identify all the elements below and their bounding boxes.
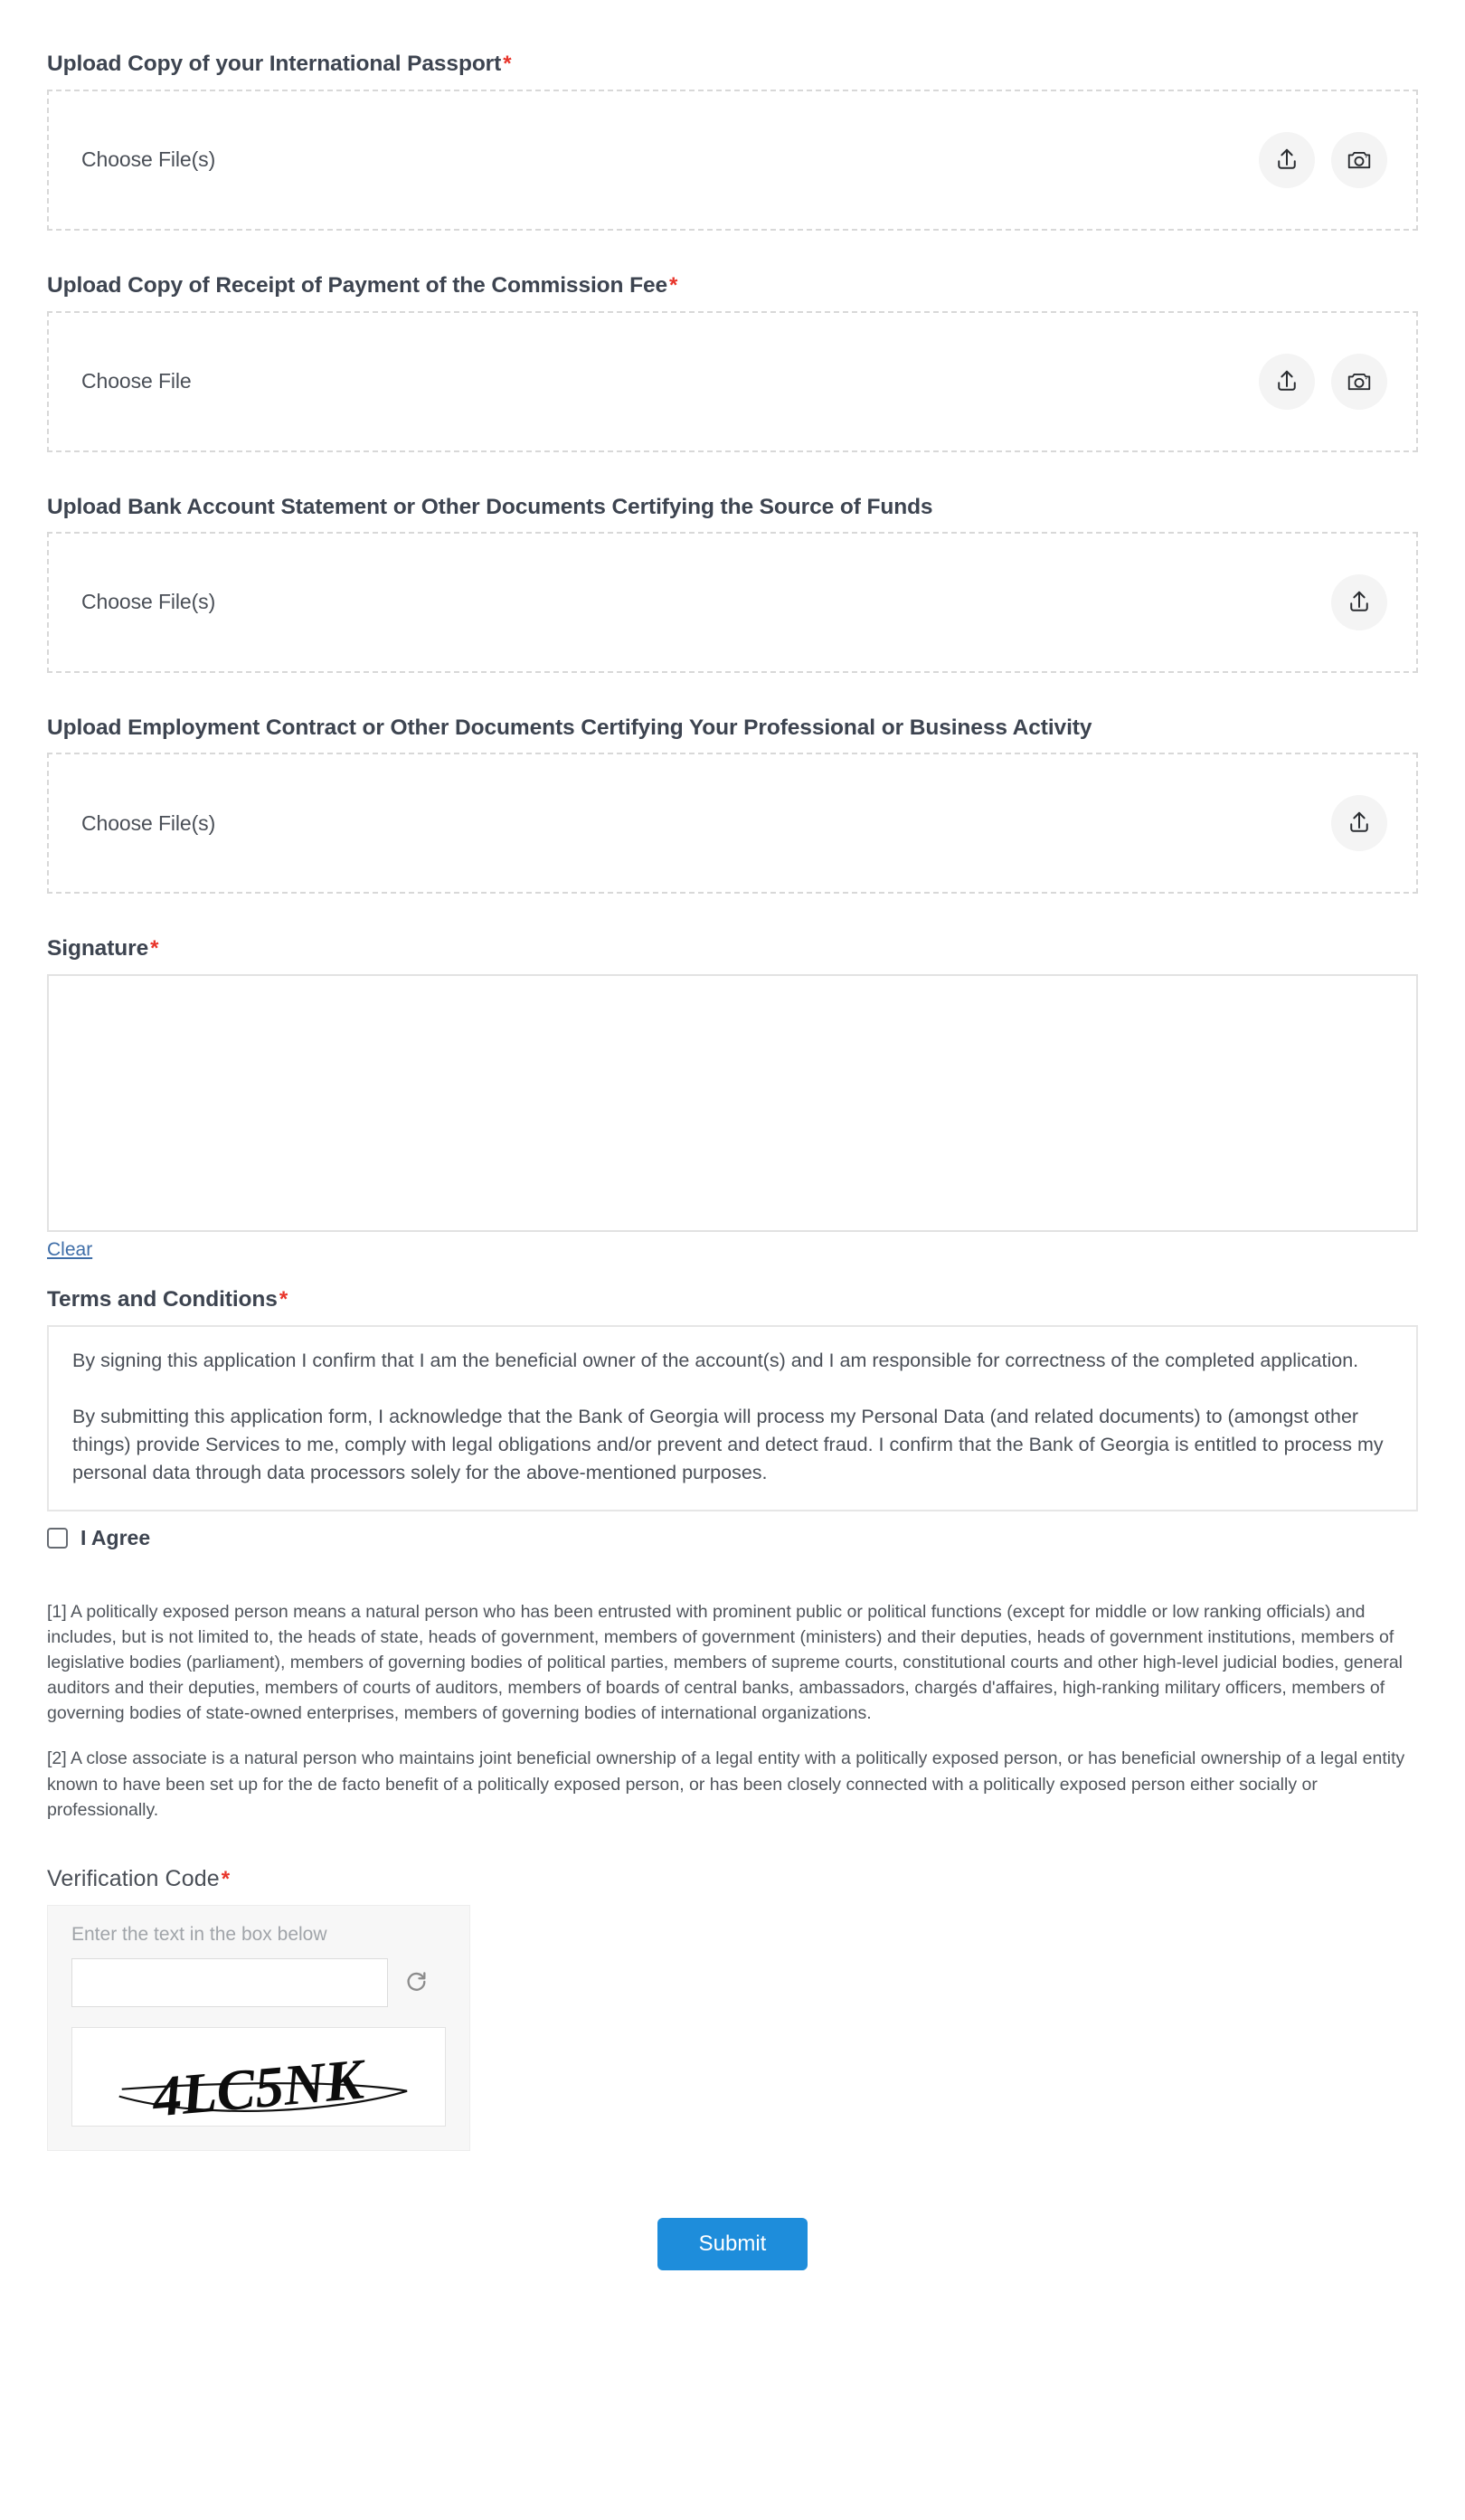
terms-paragraph-2: By submitting this application form, I a… <box>72 1406 1384 1483</box>
submit-row: Submit <box>47 2217 1418 2270</box>
captcha-image: 4LC5NK <box>71 2026 446 2127</box>
upload-placeholder-bank-statement: Choose File(s) <box>81 590 216 614</box>
upload-label-commission-fee: Upload Copy of Receipt of Payment of the… <box>47 272 1418 299</box>
required-asterisk: * <box>221 1866 231 1891</box>
upload-dropzone-passport[interactable]: Choose File(s) <box>47 89 1418 231</box>
upload-actions-passport <box>1259 131 1387 188</box>
captcha-image-svg: 4LC5NK <box>118 2046 408 2127</box>
required-asterisk: * <box>503 52 512 76</box>
terms-field: Terms and Conditions* By signing this ap… <box>47 1286 1418 1550</box>
captcha-panel: Enter the text in the box below 4LC5NK <box>47 1904 470 2151</box>
camera-icon <box>1346 368 1373 395</box>
upload-icon <box>1273 147 1300 174</box>
agree-label: I Agree <box>80 1526 151 1550</box>
upload-actions-employment-contract <box>1331 795 1387 852</box>
upload-placeholder-employment-contract: Choose File(s) <box>81 810 216 835</box>
captcha-hint: Enter the text in the box below <box>71 1923 327 1945</box>
upload-placeholder-commission-fee: Choose File <box>81 369 192 393</box>
upload-field-commission-fee: Upload Copy of Receipt of Payment of the… <box>47 272 1418 452</box>
verification-code-field: Verification Code* Enter the text in the… <box>47 1866 1418 2151</box>
captcha-code-text: 4LC5NK <box>149 2046 370 2127</box>
upload-label-text: Upload Copy of Receipt of Payment of the… <box>47 272 668 298</box>
footnote-2: [2] A close associate is a natural perso… <box>47 1748 1405 1820</box>
upload-label-bank-statement: Upload Bank Account Statement or Other D… <box>47 494 933 519</box>
upload-label-passport: Upload Copy of your International Passpo… <box>47 51 1418 78</box>
verification-code-label-text: Verification Code <box>47 1865 220 1891</box>
upload-field-bank-statement: Upload Bank Account Statement or Other D… <box>47 494 1418 673</box>
footnote-1: [1] A politically exposed person means a… <box>47 1602 1404 1724</box>
signature-field: Signature* Clear <box>47 935 1418 1261</box>
submit-button[interactable]: Submit <box>657 2217 808 2270</box>
captcha-input-row <box>71 1957 446 2007</box>
required-asterisk: * <box>279 1287 288 1312</box>
terms-text-box: By signing this application I confirm th… <box>47 1324 1418 1512</box>
upload-dropzone-bank-statement[interactable]: Choose File(s) <box>47 531 1418 673</box>
upload-icon-button-passport[interactable] <box>1259 131 1315 188</box>
upload-label-employment-contract: Upload Employment Contract or Other Docu… <box>47 715 1092 740</box>
required-asterisk: * <box>150 936 159 962</box>
captcha-input[interactable] <box>71 1957 388 2007</box>
signature-label-text: Signature <box>47 936 149 962</box>
upload-placeholder-passport: Choose File(s) <box>81 147 216 172</box>
required-asterisk: * <box>669 272 678 298</box>
camera-icon-button-commission-fee[interactable] <box>1331 353 1387 410</box>
upload-icon <box>1346 810 1373 837</box>
agree-checkbox[interactable] <box>47 1528 68 1549</box>
signature-label: Signature* <box>47 935 1418 962</box>
upload-field-employment-contract: Upload Employment Contract or Other Docu… <box>47 715 1418 895</box>
upload-icon-button-employment-contract[interactable] <box>1331 795 1387 852</box>
upload-icon <box>1346 589 1373 616</box>
camera-icon <box>1346 147 1373 174</box>
camera-icon-button-passport[interactable] <box>1331 131 1387 188</box>
terms-paragraph-1: By signing this application I confirm th… <box>72 1349 1359 1371</box>
upload-actions-bank-statement <box>1331 573 1387 630</box>
upload-field-passport: Upload Copy of your International Passpo… <box>47 51 1418 231</box>
captcha-refresh-button[interactable] <box>401 1967 431 1998</box>
refresh-icon <box>403 1967 429 1997</box>
verification-code-label: Verification Code* <box>47 1866 1418 1892</box>
upload-icon-button-commission-fee[interactable] <box>1259 353 1315 410</box>
terms-label-text: Terms and Conditions <box>47 1287 278 1312</box>
upload-actions-commission-fee <box>1259 353 1387 410</box>
upload-label-text: Upload Copy of your International Passpo… <box>47 52 502 76</box>
signature-canvas[interactable] <box>47 974 1418 1233</box>
upload-icon-button-bank-statement[interactable] <box>1331 573 1387 630</box>
application-form-page: Upload Copy of your International Passpo… <box>0 51 1465 2270</box>
upload-dropzone-commission-fee[interactable]: Choose File <box>47 310 1418 452</box>
footnotes-section: [1] A politically exposed person means a… <box>47 1599 1418 1823</box>
terms-label: Terms and Conditions* <box>47 1286 1418 1313</box>
agree-checkbox-row[interactable]: I Agree <box>47 1526 150 1550</box>
signature-clear-link[interactable]: Clear <box>47 1239 92 1261</box>
upload-dropzone-employment-contract[interactable]: Choose File(s) <box>47 753 1418 895</box>
upload-icon <box>1273 368 1300 395</box>
